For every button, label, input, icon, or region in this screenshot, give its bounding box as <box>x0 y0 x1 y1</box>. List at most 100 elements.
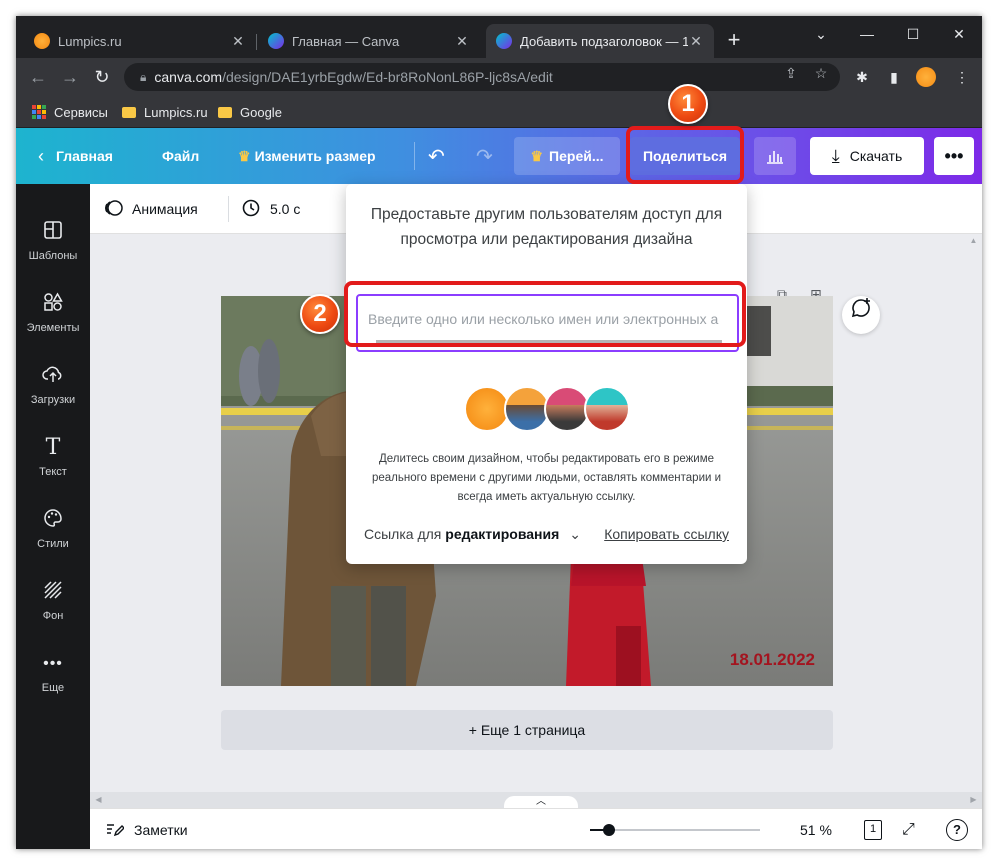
extensions-icon[interactable]: ✱ <box>852 67 872 87</box>
canva-favicon-icon <box>268 33 284 49</box>
close-window-icon[interactable]: ✕ <box>944 22 974 46</box>
step-marker-2: 2 <box>300 294 340 334</box>
browser-menu-icon[interactable]: ⋮ <box>952 67 972 87</box>
bookmark-google[interactable]: Google <box>218 102 282 122</box>
back-icon[interactable]: ← <box>26 65 50 89</box>
zoom-slider-handle[interactable] <box>603 824 615 836</box>
notes-button[interactable]: Заметки <box>106 819 188 841</box>
home-link[interactable]: ‹ Главная <box>38 144 113 168</box>
duration-button[interactable]: 5.0 с <box>242 198 300 220</box>
link-mode-prefix: Ссылка для <box>364 526 442 542</box>
download-button[interactable]: ⤓ Скачать <box>810 137 924 175</box>
sidebar-item-uploads[interactable]: Загрузки <box>16 356 90 420</box>
close-tab-icon[interactable]: ✕ <box>688 33 704 50</box>
upgrade-label: Перей... <box>549 148 604 164</box>
hatch-background-icon <box>41 580 65 604</box>
undo-icon[interactable]: ↶ <box>428 144 445 168</box>
address-bar[interactable]: 🔒︎ canva.com /design/DAE1yrbEgdw/Ed-br8R… <box>124 63 840 91</box>
browser-toolbar: ← → ↻ 🔒︎ canva.com /design/DAE1yrbEgdw/E… <box>16 58 982 96</box>
templates-icon <box>41 220 65 244</box>
sidebar-item-more[interactable]: ••• Еще <box>16 644 90 708</box>
url-path: /design/DAE1yrbEgdw/Ed-br8RoNonL86P-ljc8… <box>222 69 553 85</box>
duration-label: 5.0 с <box>270 201 301 217</box>
maximize-icon[interactable]: ☐ <box>898 22 928 46</box>
crown-icon: ♛ <box>530 147 544 164</box>
bar-chart-icon <box>767 151 783 164</box>
resize-button[interactable]: ♛ Изменить размер <box>238 144 376 168</box>
scroll-up-icon[interactable]: ▲ <box>965 234 982 248</box>
profile-avatar[interactable] <box>916 67 936 87</box>
redo-icon[interactable]: ↷ <box>476 144 493 168</box>
copy-link-button[interactable]: Копировать ссылку <box>604 526 729 542</box>
forward-icon[interactable]: → <box>58 65 82 89</box>
tab-lumpics[interactable]: Lumpics.ru ✕ <box>24 24 256 58</box>
link-mode-value: редактирования <box>445 526 560 542</box>
help-icon: ? <box>946 819 968 841</box>
bookmark-star-icon[interactable]: ☆ <box>812 64 830 82</box>
add-comment-icon[interactable] <box>842 296 880 334</box>
step-marker-1: 1 <box>668 84 708 124</box>
tab-canva-design[interactable]: Добавить подзаголовок — 12 ✕ <box>486 24 714 58</box>
sidebar-item-templates[interactable]: Шаблоны <box>16 212 90 276</box>
canva-sidebar: Шаблоны Элементы Загрузки T Текст Стили <box>16 184 90 849</box>
more-options-button[interactable]: ••• <box>934 137 974 175</box>
highlight-email-field <box>344 281 746 347</box>
share-link-row: Ссылка для редактирования ⌄ Копировать с… <box>364 524 729 546</box>
tab-separator <box>256 34 257 50</box>
minimize-icon[interactable]: — <box>852 22 882 46</box>
close-tab-icon[interactable]: ✕ <box>230 33 246 50</box>
lock-icon: 🔒︎ <box>140 69 147 84</box>
editor-footer: Заметки 51 % 1 ⤢ ? <box>90 808 982 849</box>
scroll-left-icon[interactable]: ◀ <box>90 793 107 807</box>
highlight-share-button <box>626 126 744 184</box>
crown-icon: ♛ <box>238 147 251 164</box>
sidebar-item-label: Шаблоны <box>28 250 78 262</box>
sidebar-item-styles[interactable]: Стили <box>16 500 90 564</box>
bookmark-services[interactable]: Сервисы <box>32 102 108 122</box>
file-menu[interactable]: Файл <box>162 144 199 168</box>
sidebar-item-label: Элементы <box>26 322 80 334</box>
insights-chart-icon[interactable] <box>754 137 796 175</box>
zoom-slider[interactable] <box>590 824 760 836</box>
canva-favicon-icon <box>496 33 512 49</box>
sidebar-item-label: Загрузки <box>30 394 76 406</box>
palette-icon <box>41 508 65 532</box>
add-page-button[interactable]: + Еще 1 страница <box>221 710 833 750</box>
animation-button[interactable]: Анимация <box>104 198 198 220</box>
side-panel-icon[interactable]: ▮ <box>884 67 904 87</box>
elements-icon <box>41 292 65 316</box>
share-page-icon[interactable]: ⇪ <box>782 64 800 82</box>
bookmark-label: Lumpics.ru <box>144 104 208 120</box>
sidebar-item-label: Еще <box>41 682 65 694</box>
browser-window: Lumpics.ru ✕ Главная — Canva ✕ Добавить … <box>16 16 982 849</box>
bookmark-lumpics[interactable]: Lumpics.ru <box>122 102 208 122</box>
download-label: Скачать <box>849 148 903 164</box>
zoom-percentage[interactable]: 51 % <box>800 819 832 841</box>
sidebar-item-elements[interactable]: Элементы <box>16 284 90 348</box>
date-text[interactable]: 18.01.2022 <box>730 650 815 670</box>
help-button[interactable]: ? <box>946 819 968 841</box>
folder-icon <box>122 106 136 118</box>
tab-search-icon[interactable]: ⌄ <box>806 22 836 46</box>
upgrade-button[interactable]: ♛ Перей... <box>514 137 620 175</box>
tab-canva-home[interactable]: Главная — Canva ✕ <box>258 24 480 58</box>
scroll-right-icon[interactable]: ▶ <box>965 793 982 807</box>
sidebar-item-text[interactable]: T Текст <box>16 428 90 492</box>
link-mode-dropdown[interactable]: Ссылка для редактирования ⌄ <box>364 526 581 543</box>
chevron-down-icon: ⌄ <box>569 526 581 542</box>
tab-strip: Lumpics.ru ✕ Главная — Canva ✕ Добавить … <box>16 16 982 58</box>
share-popup-title: Предоставьте другим пользователям доступ… <box>370 206 723 248</box>
tab-title: Главная — Canva <box>292 33 400 49</box>
fullscreen-icon[interactable]: ⤢ <box>902 819 915 841</box>
canva-header: ‹ Главная Файл ♛ Изменить размер ↶ ↷ ♛ П… <box>16 128 982 184</box>
tab-title: Добавить подзаголовок — 12 <box>520 33 688 49</box>
tab-title: Lumpics.ru <box>58 33 122 49</box>
close-tab-icon[interactable]: ✕ <box>454 33 470 50</box>
page-count-icon[interactable]: 1 <box>864 819 882 841</box>
sidebar-item-background[interactable]: Фон <box>16 572 90 636</box>
reload-icon[interactable]: ↻ <box>90 65 114 89</box>
vertical-scrollbar[interactable]: ▲ ▼ <box>965 234 982 809</box>
sidebar-item-label: Фон <box>42 610 64 622</box>
folder-icon <box>218 106 232 118</box>
new-tab-button[interactable]: + <box>722 28 746 52</box>
